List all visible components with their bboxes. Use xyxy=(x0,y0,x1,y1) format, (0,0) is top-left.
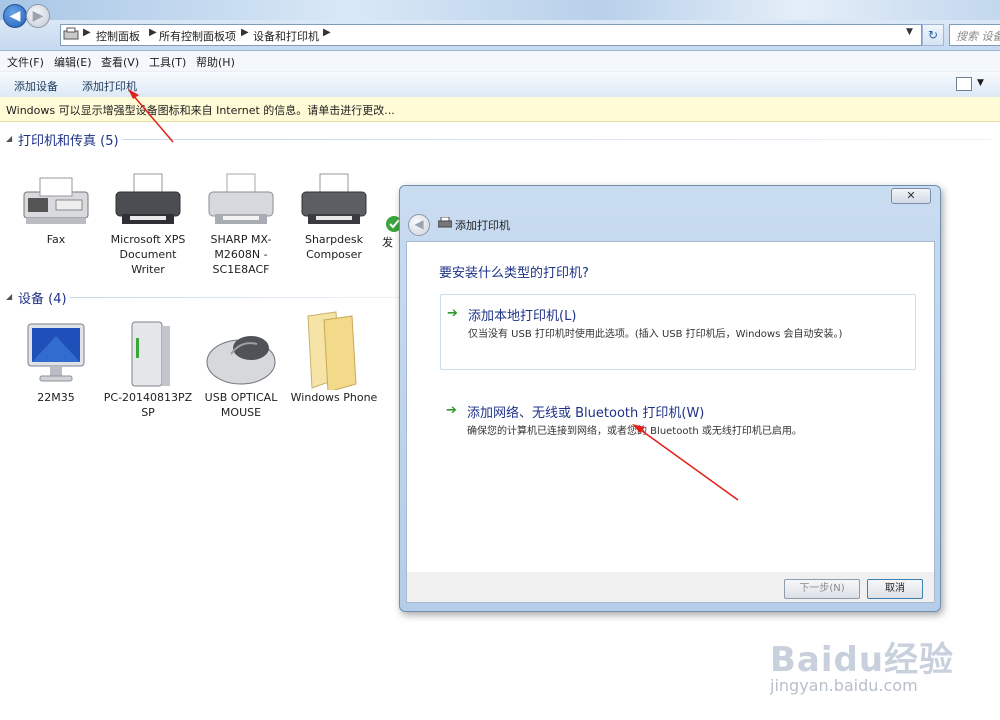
dialog-title: 添加打印机 xyxy=(455,219,510,232)
add-local-printer-option[interactable]: ➔ 添加本地打印机(L) 仅当没有 USB 打印机时使用此选项。(插入 USB … xyxy=(440,294,916,370)
add-printer-button[interactable]: 添加打印机 xyxy=(82,78,137,94)
address-dropdown-icon[interactable]: ▼ xyxy=(906,27,913,37)
option-description: 仅当没有 USB 打印机时使用此选项。(插入 USB 打印机后，Windows … xyxy=(468,329,843,340)
device-item-computer[interactable]: PC-20140813PZSP xyxy=(103,318,193,420)
group-divider xyxy=(122,139,992,140)
menu-edit[interactable]: 编辑(E) xyxy=(54,54,92,70)
printer-icon xyxy=(438,217,452,228)
printer-icon xyxy=(208,173,274,224)
dialog-question: 要安装什么类型的打印机? xyxy=(439,266,589,281)
dialog-close-button[interactable]: ✕ xyxy=(891,188,931,204)
breadcrumb-all-items[interactable]: 所有控制面板项 xyxy=(159,28,236,44)
computer-tower-icon xyxy=(131,321,170,387)
search-placeholder: 搜索 设备 xyxy=(956,30,1000,43)
device-label: PC-20140813PZSP xyxy=(103,391,193,419)
info-bar[interactable]: Windows 可以显示增强型设备图标和来自 Internet 的信息。请单击进… xyxy=(0,97,1000,122)
breadcrumb-separator[interactable]: ▶ xyxy=(241,27,249,38)
printer-label: 发 xyxy=(382,236,393,249)
default-printer-icon xyxy=(386,216,400,232)
baidu-watermark-logo: Baidu经验 xyxy=(770,640,955,680)
printer-item-fax[interactable]: Fax xyxy=(11,170,101,247)
device-item-windows-phone[interactable]: Windows Phone xyxy=(289,308,379,405)
breadcrumb-separator: ▶ xyxy=(83,27,91,38)
window-title-strip xyxy=(0,0,1000,20)
cancel-button[interactable]: 取消 xyxy=(867,579,923,599)
back-button[interactable]: ◀ xyxy=(3,4,27,28)
printer-item-xps[interactable]: Microsoft XPS Document Writer xyxy=(103,170,193,277)
green-arrow-icon: ➔ xyxy=(446,403,457,418)
fax-icon xyxy=(23,177,89,224)
forward-button[interactable]: ▶ xyxy=(26,4,50,28)
device-label: 22M35 xyxy=(37,391,75,404)
printer-item-default[interactable]: 发 xyxy=(382,170,400,260)
menu-help[interactable]: 帮助(H) xyxy=(196,54,235,70)
info-bar-text: Windows 可以显示增强型设备图标和来自 Internet 的信息。请单击进… xyxy=(6,104,395,117)
printer-label: Microsoft XPS Document Writer xyxy=(110,233,186,276)
mouse-icon xyxy=(206,336,276,385)
breadcrumb-devices-printers[interactable]: 设备和打印机 xyxy=(253,28,319,44)
view-dropdown-icon[interactable]: ▼ xyxy=(977,78,984,88)
search-input[interactable]: 搜索 设备 xyxy=(949,24,1000,46)
baidu-watermark-url: jingyan.baidu.com xyxy=(770,676,918,695)
printers-group-header[interactable]: 打印机和传真 (5) xyxy=(18,130,119,149)
add-network-printer-option[interactable]: ➔ 添加网络、无线或 Bluetooth 打印机(W) 确保您的计算机已连接到网… xyxy=(440,392,914,440)
menu-tools[interactable]: 工具(T) xyxy=(149,54,186,70)
green-arrow-icon: ➔ xyxy=(447,306,458,321)
collapse-triangle-icon[interactable]: ◢ xyxy=(6,134,12,143)
devices-group-header[interactable]: 设备 (4) xyxy=(18,288,67,307)
device-item-mouse[interactable]: USB OPTICAL MOUSE xyxy=(196,318,286,420)
group-divider xyxy=(70,297,400,298)
refresh-icon: ↻ xyxy=(927,28,939,42)
printer-label: SHARP MX-M2608N - SC1E8ACF xyxy=(210,233,272,276)
printer-item-sharpdesk[interactable]: Sharpdesk Composer xyxy=(289,170,379,262)
add-device-button[interactable]: 添加设备 xyxy=(14,78,58,94)
device-label: Windows Phone xyxy=(290,391,378,404)
menu-view[interactable]: 查看(V) xyxy=(101,54,139,70)
breadcrumb-separator[interactable]: ▶ xyxy=(323,27,331,38)
option-title: 添加网络、无线或 Bluetooth 打印机(W) xyxy=(467,406,705,421)
dialog-footer: 下一步(N) 取消 xyxy=(406,572,935,603)
device-item-monitor[interactable]: 22M35 xyxy=(11,318,101,405)
dialog-body: 要安装什么类型的打印机? ➔ 添加本地打印机(L) 仅当没有 USB 打印机时使… xyxy=(406,241,935,574)
command-bar xyxy=(0,71,1000,99)
breadcrumb-separator[interactable]: ▶ xyxy=(149,27,157,38)
monitor-icon xyxy=(27,323,85,382)
change-view-icon[interactable] xyxy=(956,77,972,91)
back-arrow-icon: ◀ xyxy=(414,217,424,231)
forward-arrow-icon: ▶ xyxy=(32,8,44,24)
printer-item-sharp[interactable]: SHARP MX-M2608N - SC1E8ACF xyxy=(196,170,286,277)
add-printer-dialog: ✕ ◀ 添加打印机 要安装什么类型的打印机? ➔ 添加本地打印机(L) 仅当没有… xyxy=(399,185,941,612)
next-button[interactable]: 下一步(N) xyxy=(784,579,860,599)
printer-label: Fax xyxy=(46,233,66,246)
option-description: 确保您的计算机已连接到网络，或者您的 Bluetooth 或无线打印机已启用。 xyxy=(467,426,802,437)
control-panel-icon xyxy=(63,27,79,40)
printer-icon xyxy=(301,173,367,224)
collapse-triangle-icon[interactable]: ◢ xyxy=(6,292,12,301)
refresh-button[interactable]: ↻ xyxy=(922,24,944,46)
device-label: USB OPTICAL MOUSE xyxy=(204,391,278,419)
option-title: 添加本地打印机(L) xyxy=(468,309,577,324)
address-bar[interactable]: ▶ 控制面板 ▶ 所有控制面板项 ▶ 设备和打印机 ▶ xyxy=(60,24,922,46)
folder-icon xyxy=(307,311,357,390)
dialog-back-button[interactable]: ◀ xyxy=(408,214,430,236)
printer-icon xyxy=(115,173,181,224)
back-arrow-icon: ◀ xyxy=(9,8,21,24)
breadcrumb-control-panel[interactable]: 控制面板 xyxy=(96,28,140,44)
menu-file[interactable]: 文件(F) xyxy=(7,54,44,70)
printer-label: Sharpdesk Composer xyxy=(304,233,364,261)
